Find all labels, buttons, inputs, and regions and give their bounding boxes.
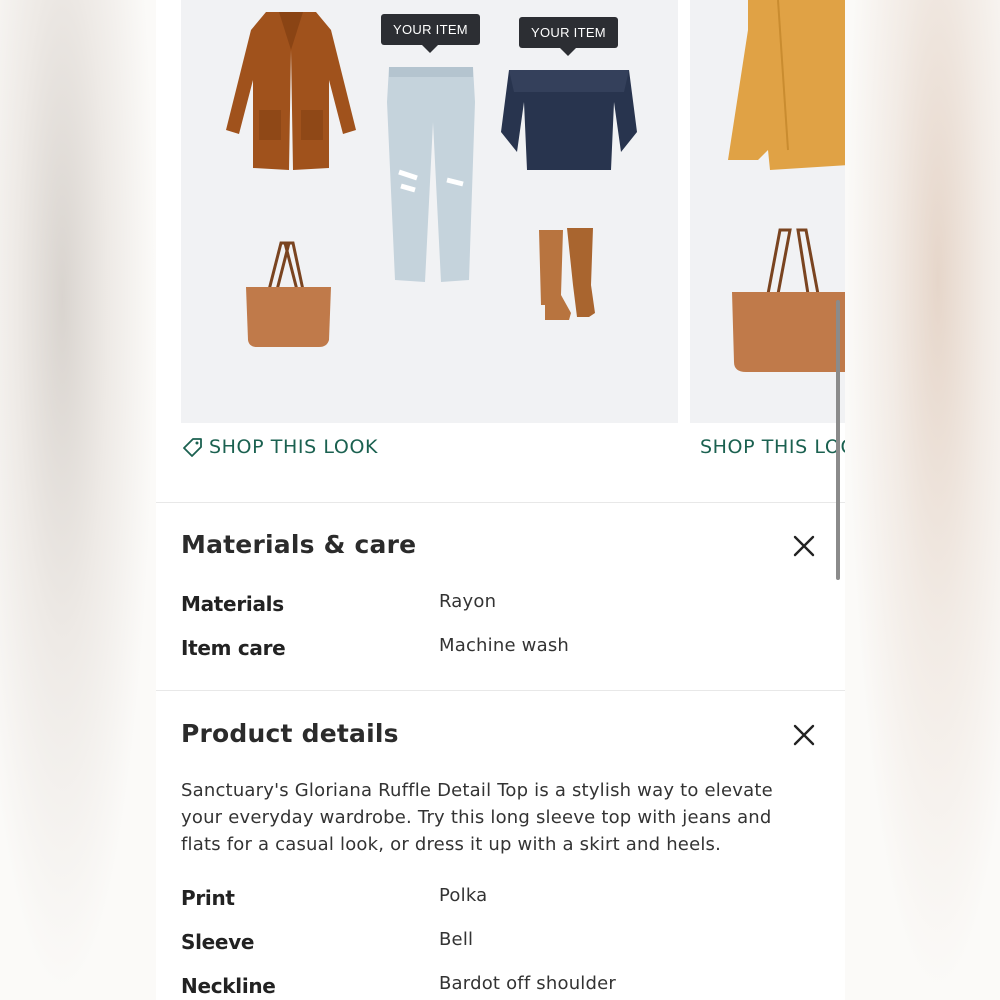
outfit-card[interactable]: YOUR ITEM YOUR ITEM — [181, 0, 678, 423]
shop-this-look-label: SHOP THIS LOOK — [209, 436, 379, 458]
tote-bag-image — [732, 228, 845, 372]
sleeve-label: Sleeve — [181, 930, 255, 954]
product-description: Sanctuary's Gloriana Ruffle Detail Top i… — [181, 780, 773, 855]
item-care-label: Item care — [181, 636, 286, 660]
print-value: Polka — [439, 885, 488, 906]
your-item-tooltip: YOUR ITEM — [381, 14, 480, 53]
close-icon[interactable] — [792, 723, 816, 747]
neckline-label: Neckline — [181, 974, 276, 998]
background-left — [0, 0, 156, 1000]
tote-bag-image — [246, 241, 331, 347]
materials-label: Materials — [181, 592, 284, 616]
boots-image — [539, 228, 595, 320]
scrollbar[interactable] — [836, 300, 840, 580]
section-divider — [156, 502, 845, 503]
ruffle-top-image — [501, 70, 637, 170]
product-details-title: Product details — [181, 719, 399, 748]
neckline-value: Bardot off shoulder — [439, 973, 616, 994]
materials-care-title: Materials & care — [181, 530, 417, 559]
shop-this-look-link[interactable]: SHOP THIS LOOK — [694, 436, 845, 458]
shop-this-look-link[interactable]: SHOP THIS LOOK — [183, 436, 378, 458]
cardigan-image — [226, 12, 356, 170]
shop-this-look-label: SHOP THIS LOOK — [700, 436, 845, 458]
item-care-value: Machine wash — [439, 635, 570, 656]
jeans-image — [387, 67, 475, 282]
materials-value: Rayon — [439, 591, 497, 612]
close-icon[interactable] — [792, 534, 816, 558]
cardigan-image — [728, 0, 845, 170]
section-divider — [156, 690, 845, 691]
print-label: Print — [181, 886, 235, 910]
background-right — [845, 0, 1000, 1000]
your-item-tooltip: YOUR ITEM — [519, 17, 618, 56]
product-page: YOUR ITEM YOUR ITEM SHOP THIS LOOK SHOP … — [156, 0, 845, 1000]
sleeve-value: Bell — [439, 929, 474, 950]
tag-icon — [183, 438, 202, 457]
outfit-card[interactable] — [690, 0, 845, 423]
